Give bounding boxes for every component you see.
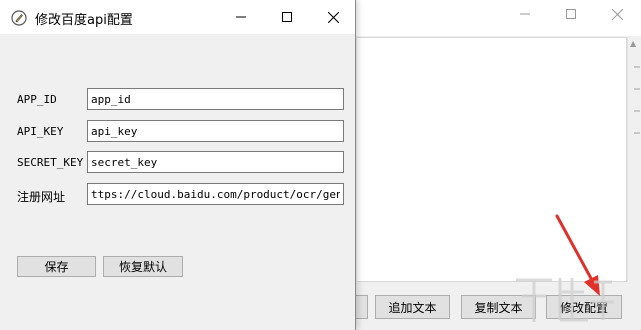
main-minimize-button[interactable] — [502, 0, 548, 28]
copy-text-button[interactable]: 复制文本 — [461, 295, 536, 319]
main-text-scrollbar[interactable] — [627, 37, 641, 282]
save-button[interactable]: 保存 — [17, 256, 96, 277]
main-close-button[interactable] — [594, 0, 640, 28]
dialog-title: 修改百度api配置 — [35, 13, 133, 28]
api-key-label: API_KEY — [17, 125, 64, 138]
modify-config-button[interactable]: 修改配置 — [546, 295, 622, 319]
secret-key-input[interactable] — [87, 151, 344, 173]
restore-default-button[interactable]: 恢复默认 — [103, 256, 183, 277]
dialog-close-button[interactable] — [310, 0, 356, 34]
scroll-up-arrow-icon[interactable]: ▲ — [630, 40, 638, 48]
register-url-input[interactable] — [87, 183, 344, 205]
api-config-dialog: 修改百度api配置 APP_ID API_KEY SECRET_KEY 注册网址… — [0, 0, 356, 330]
main-text-area[interactable] — [357, 37, 627, 282]
main-maximize-button[interactable] — [548, 0, 594, 28]
maximize-icon — [566, 9, 576, 19]
secret-key-label: SECRET_KEY — [17, 156, 84, 169]
minimize-icon — [236, 16, 246, 18]
register-url-label: 注册网址 — [17, 190, 66, 204]
dialog-titlebar: 修改百度api配置 — [0, 0, 355, 34]
maximize-icon — [282, 12, 292, 22]
close-icon — [327, 11, 339, 23]
app-id-input[interactable] — [87, 88, 344, 110]
add-text-button[interactable]: 追加文本 — [375, 295, 450, 319]
app-id-label: APP_ID — [17, 93, 57, 106]
pencil-circle-icon — [11, 10, 27, 26]
minimize-icon — [520, 13, 530, 15]
api-key-input[interactable] — [87, 120, 344, 142]
dialog-maximize-button[interactable] — [264, 0, 310, 34]
dialog-minimize-button[interactable] — [218, 0, 264, 34]
close-icon — [611, 8, 623, 20]
